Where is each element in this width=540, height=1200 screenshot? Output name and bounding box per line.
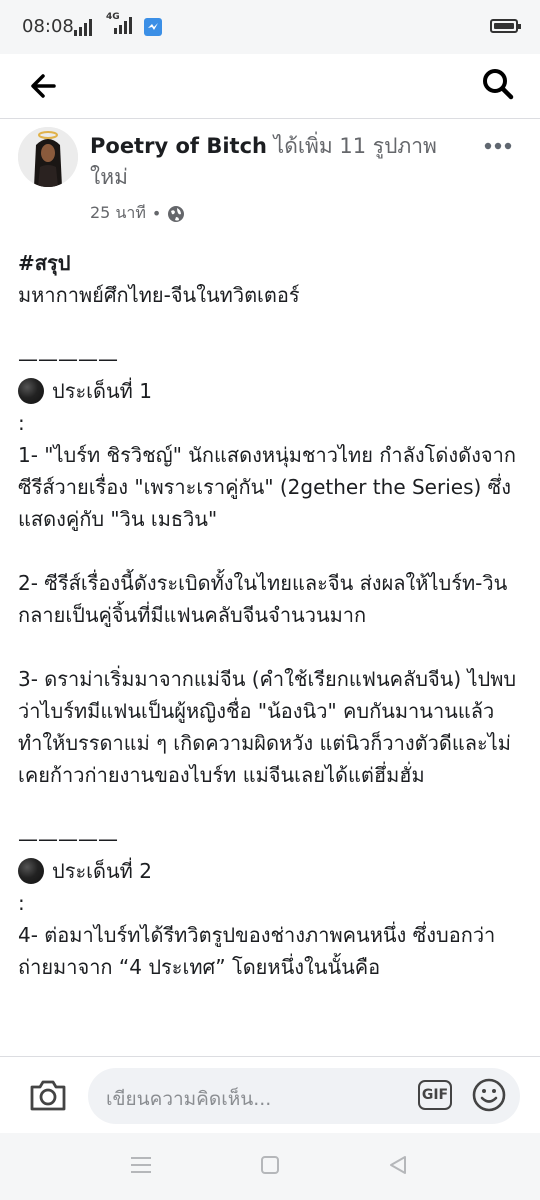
avatar[interactable] — [18, 127, 78, 187]
section-heading-1: ประเด็นที่ 1 — [18, 375, 524, 407]
black-circle-icon — [18, 378, 44, 404]
paragraph: 1- "ไบร์ท ชิรวิชญ์" นักแสดงหนุ่มชาวไทย ก… — [18, 443, 516, 531]
comment-input[interactable]: เขียนความคิดเห็น... GIF — [88, 1068, 520, 1124]
arrow-left-icon — [31, 74, 56, 98]
status-icons: 4G — [74, 12, 162, 36]
status-bar: 08:08 4G — [0, 0, 540, 54]
section-heading-text: ประเด็นที่ 1 — [52, 379, 152, 403]
search-button[interactable] — [478, 64, 518, 104]
post-meta: 25 นาที • — [90, 201, 185, 226]
more-options-button[interactable] — [484, 131, 512, 156]
camera-icon — [30, 1080, 66, 1111]
gif-button[interactable]: GIF — [418, 1080, 452, 1110]
emoji-icon — [472, 1078, 506, 1112]
avatar-image — [18, 127, 78, 187]
status-time: 08:08 — [22, 16, 74, 37]
app-header — [0, 54, 540, 119]
system-nav-bar — [0, 1133, 540, 1200]
colon-line: : — [18, 891, 25, 915]
comment-placeholder: เขียนความคิดเห็น... — [106, 1088, 272, 1110]
network-4g-icon: 4G — [106, 12, 136, 36]
menu-button[interactable] — [130, 1155, 152, 1179]
paragraph: 4- ต่อมาไบร์ทได้รีทวิตรูปของช่างภาพคนหนึ… — [18, 923, 496, 979]
emoji-button[interactable] — [471, 1077, 507, 1113]
home-button[interactable] — [260, 1155, 280, 1179]
author-name[interactable]: Poetry of Bitch — [90, 134, 267, 158]
search-icon — [483, 69, 514, 100]
section-heading-text: ประเด็นที่ 2 — [52, 859, 152, 883]
signal-icon — [74, 19, 92, 36]
comment-bar: เขียนความคิดเห็น... GIF — [0, 1056, 540, 1133]
back-button[interactable] — [24, 66, 64, 106]
camera-button[interactable] — [28, 1077, 68, 1113]
post: Poetry of Bitch ได้เพิ่ม 11 รูปภาพใหม่ 2… — [0, 119, 540, 1055]
globe-icon — [168, 205, 185, 222]
battery-icon — [490, 19, 521, 33]
battery-level — [494, 23, 514, 29]
paragraph: 3- ดราม่าเริ่มมาจากแม่จีน (คำใช้เรียกแฟน… — [18, 667, 517, 787]
hashtag-link[interactable]: #สรุป — [18, 247, 524, 279]
colon-line: : — [18, 411, 25, 435]
meta-separator: • — [151, 204, 162, 223]
post-body: #สรุป มหากาพย์ศึกไทย-จีนในทวิตเตอร์ ————… — [18, 247, 524, 983]
more-dots-icon — [484, 142, 512, 150]
post-title: มหากาพย์ศึกไทย-จีนในทวิตเตอร์ — [18, 283, 300, 307]
post-time[interactable]: 25 นาที — [90, 201, 146, 226]
divider: ————— — [18, 347, 118, 371]
nav-back-button[interactable] — [388, 1155, 408, 1179]
back-triangle-icon — [390, 1156, 406, 1174]
author-line: Poetry of Bitch ได้เพิ่ม 11 รูปภาพใหม่ — [90, 131, 470, 193]
paragraph: 2- ซีรีส์เรื่องนี้ดังระเบิดทั้งในไทยและจ… — [18, 571, 508, 627]
menu-icon — [131, 1157, 151, 1173]
messenger-notification-icon — [144, 18, 162, 36]
divider: ————— — [18, 827, 118, 851]
black-circle-icon — [18, 858, 44, 884]
home-square-icon — [261, 1156, 279, 1174]
section-heading-2: ประเด็นที่ 2 — [18, 855, 524, 887]
